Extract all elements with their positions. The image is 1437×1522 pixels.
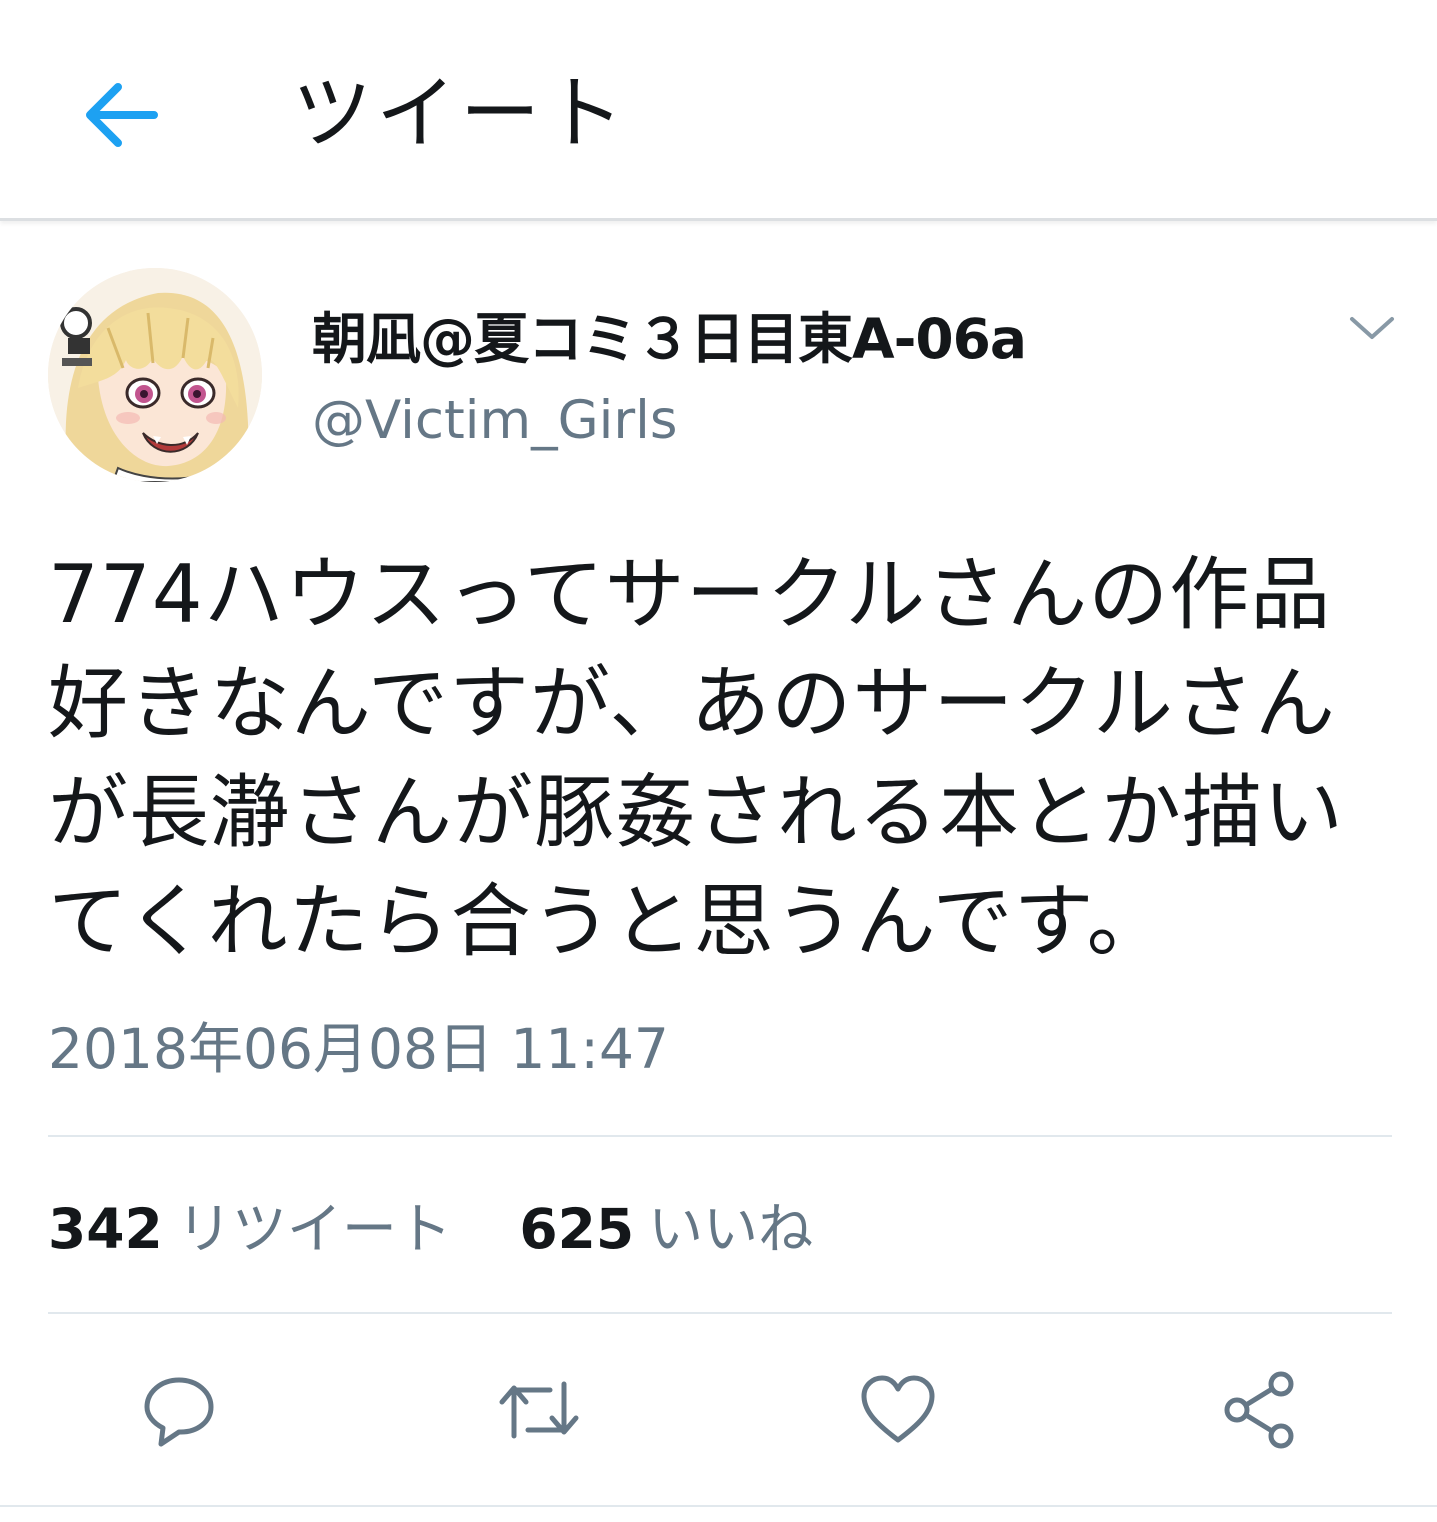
page-title: ツイート bbox=[292, 67, 628, 160]
likes-count: 625 bbox=[519, 1197, 635, 1261]
app-header: ツイート bbox=[0, 0, 1437, 221]
divider bbox=[48, 1312, 1392, 1314]
retweet-icon bbox=[499, 1381, 579, 1439]
display-name[interactable]: 朝凪@夏コミ３日目東A-06a bbox=[312, 304, 1027, 374]
avatar[interactable] bbox=[48, 268, 262, 482]
tweet-text-line: が長瀞さんが豚姦される本とか描い bbox=[48, 766, 1344, 859]
user-handle[interactable]: @Victim_Girls bbox=[312, 388, 678, 454]
tweet-text-line: てくれたら合うと思うんです。 bbox=[48, 875, 1168, 968]
tweet-menu-button[interactable] bbox=[1340, 300, 1404, 356]
share-button[interactable] bbox=[1209, 1360, 1309, 1460]
retweets-label: リツイート bbox=[176, 1197, 452, 1261]
like-button[interactable] bbox=[848, 1360, 948, 1460]
likes-label: いいね bbox=[648, 1197, 814, 1261]
chevron-down-icon bbox=[1350, 317, 1394, 339]
retweet-button[interactable] bbox=[489, 1360, 589, 1460]
reply-button[interactable] bbox=[129, 1360, 229, 1460]
avatar-illustration bbox=[48, 268, 262, 482]
retweets-count: 342 bbox=[48, 1197, 163, 1261]
reply-icon bbox=[144, 1377, 214, 1447]
share-icon bbox=[1224, 1371, 1294, 1449]
heart-icon bbox=[861, 1375, 935, 1443]
back-button[interactable] bbox=[70, 70, 170, 160]
tweet-text: 774ハウスってサークルさんの作品 好きなんですが、あのサークルさん が長瀞さん… bbox=[48, 540, 1408, 976]
tweet-stats: 342 リツイート 625 いいね bbox=[48, 1194, 863, 1264]
tweet-text-line: 好きなんですが、あのサークルさん bbox=[48, 657, 1336, 750]
divider bbox=[48, 1135, 1392, 1137]
tweet-timestamp: 2018年06月08日 11:47 bbox=[48, 1017, 669, 1081]
tweet-text-line: 774ハウスってサークルさんの作品 bbox=[48, 548, 1332, 641]
arrow-left-icon bbox=[86, 83, 158, 147]
retweets-stat[interactable]: 342 リツイート bbox=[48, 1197, 519, 1261]
likes-stat[interactable]: 625 いいね bbox=[519, 1197, 863, 1261]
divider bbox=[0, 1505, 1437, 1507]
tweet-action-bar bbox=[0, 1360, 1437, 1460]
